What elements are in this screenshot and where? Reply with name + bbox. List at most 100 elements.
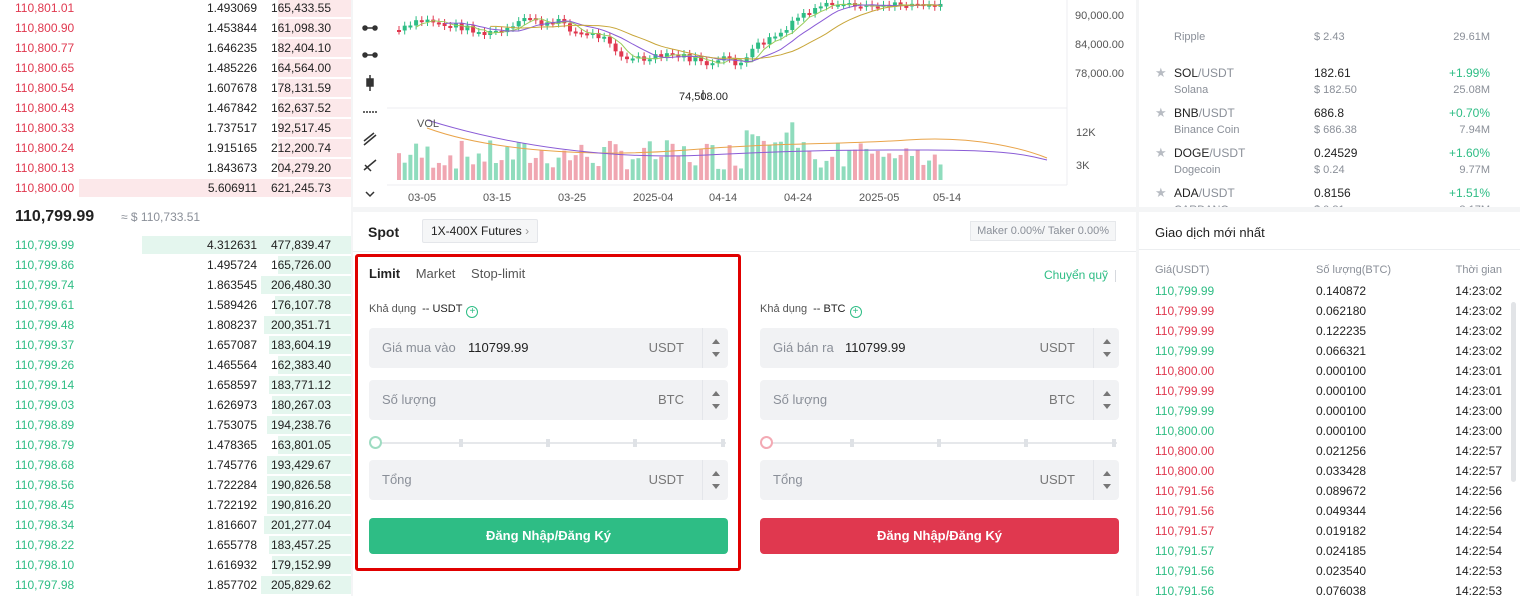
bid-row[interactable]: 110,799.26 1.465564 162,383.40 xyxy=(0,355,351,375)
slider-knob[interactable] xyxy=(760,436,773,449)
price-stepper[interactable] xyxy=(1093,328,1119,368)
market-symbol: SOL/USDT xyxy=(1174,66,1235,80)
bid-row[interactable]: 110,799.61 1.589426 176,107.78 xyxy=(0,295,351,315)
sell-login-button[interactable]: Đăng Nhập/Đăng Ký xyxy=(760,518,1119,554)
candle xyxy=(733,58,738,66)
market-item[interactable]: ★ SOL/USDT Solana 182.61 $ 182.50 +1.99% 25.08… xyxy=(1139,65,1520,106)
trade-price: 110,800.00 xyxy=(1155,444,1215,458)
order-amount: 1.478365 xyxy=(206,438,257,452)
candle xyxy=(568,23,572,32)
sell-amount-slider[interactable] xyxy=(760,436,1119,450)
volume-bar xyxy=(858,143,863,180)
bid-row[interactable]: 110,799.48 1.808237 200,351.71 xyxy=(0,315,351,335)
tab-spot[interactable]: Spot xyxy=(368,224,399,240)
order-amount: 1.607678 xyxy=(206,81,257,95)
price-chart[interactable]: 90,000.00 84,000.00 78,000.00 74,508.00 … xyxy=(353,0,1136,207)
volume-bar xyxy=(528,162,533,180)
sell-price-input[interactable]: Giá bán ra 110799.99 USDT xyxy=(760,328,1119,368)
buy-quantity-input[interactable]: Số lượng BTC xyxy=(369,380,728,420)
volume-bar xyxy=(910,155,914,180)
ask-row[interactable]: 110,800.24 1.915165 212,200.74 xyxy=(0,138,351,158)
ask-row[interactable]: 110,800.54 1.607678 178,131.59 xyxy=(0,78,351,98)
star-icon[interactable]: ★ xyxy=(1155,65,1167,81)
market-item[interactable]: Ripple $ 2.43 29.61M xyxy=(1139,13,1520,53)
futures-button[interactable]: 1X-400X Futures › xyxy=(422,219,539,243)
bid-row[interactable]: 110,798.45 1.722192 190,816.20 xyxy=(0,495,351,515)
star-icon[interactable]: ★ xyxy=(1155,185,1167,201)
ask-row[interactable]: 110,800.90 1.453844 161,098.30 xyxy=(0,18,351,38)
add-funds-icon[interactable]: + xyxy=(849,306,862,318)
ask-row[interactable]: 110,800.65 1.485226 164,564.00 xyxy=(0,58,351,78)
buy-price-input[interactable]: Giá mua vào 110799.99 USDT xyxy=(369,328,728,368)
bid-row[interactable]: 110,799.74 1.863545 206,480.30 xyxy=(0,275,351,295)
order-price: 110,798.89 xyxy=(15,418,75,432)
transfer-funds-link[interactable]: Chuyển quỹ xyxy=(1044,268,1116,282)
sell-quantity-input[interactable]: Số lượng BTC xyxy=(760,380,1119,420)
bid-row[interactable]: 110,798.89 1.753075 194,238.76 xyxy=(0,415,351,435)
candle xyxy=(602,36,607,39)
bid-row[interactable]: 110,799.86 1.495724 165,726.00 xyxy=(0,255,351,275)
bid-row[interactable]: 110,798.22 1.655778 183,457.25 xyxy=(0,535,351,555)
drawing-tools-icons[interactable] xyxy=(353,0,387,207)
trade-row: 110,791.56 0.089672 14:22:56 xyxy=(1139,484,1520,504)
order-price: 110,798.68 xyxy=(15,458,75,472)
scrollbar[interactable] xyxy=(1511,302,1516,482)
tab-market[interactable]: Market xyxy=(416,266,456,281)
order-price: 110,801.01 xyxy=(15,1,75,15)
candle xyxy=(801,13,806,18)
market-item[interactable]: ★ BNB/USDT Binance Coin 686.8 $ 686.38 +0.70%… xyxy=(1139,105,1520,146)
ask-row[interactable]: 110,800.43 1.467842 162,637.52 xyxy=(0,98,351,118)
bid-row[interactable]: 110,798.68 1.745776 193,429.67 xyxy=(0,455,351,475)
ask-row[interactable]: 110,800.13 1.843673 204,279.20 xyxy=(0,158,351,178)
bid-row[interactable]: 110,798.34 1.816607 201,277.04 xyxy=(0,515,351,535)
add-funds-icon[interactable]: + xyxy=(466,306,479,318)
buy-login-button[interactable]: Đăng Nhập/Đăng Ký xyxy=(369,518,728,554)
slider-knob[interactable] xyxy=(369,436,382,449)
trade-amount: 0.049344 xyxy=(1316,504,1367,518)
candle xyxy=(904,5,909,8)
bid-row[interactable]: 110,799.03 1.626973 180,267.03 xyxy=(0,395,351,415)
bid-row[interactable]: 110,799.37 1.657087 183,604.19 xyxy=(0,335,351,355)
market-usd: $ 2.43 xyxy=(1314,31,1345,43)
last-price-usd: ≈ $ 110,733.51 xyxy=(121,210,201,224)
trade-row: 110,791.57 0.024185 14:22:54 xyxy=(1139,544,1520,564)
candlestick-chart[interactable] xyxy=(387,0,1136,207)
volume-bar xyxy=(676,155,681,180)
trade-row: 110,800.00 0.021256 14:22:57 xyxy=(1139,444,1520,464)
sell-total-input[interactable]: Tổng USDT xyxy=(760,460,1119,500)
bid-row[interactable]: 110,799.14 1.658597 183,771.12 xyxy=(0,375,351,395)
trade-row: 110,791.56 0.076038 14:22:53 xyxy=(1139,584,1520,596)
buy-total-input[interactable]: Tổng USDT xyxy=(369,460,728,500)
total-stepper[interactable] xyxy=(702,460,728,500)
bid-row[interactable]: 110,798.10 1.616932 179,152.99 xyxy=(0,555,351,575)
market-item[interactable]: ★ ADA/USDT CARDANO 0.8156 $ 0.81 +1.51% 8.17M xyxy=(1139,185,1520,207)
ask-row[interactable]: 110,801.01 1.493069 165,433.55 xyxy=(0,0,351,18)
volume-bar xyxy=(687,162,692,180)
tab-stop-limit[interactable]: Stop-limit xyxy=(471,266,525,281)
candle xyxy=(773,36,778,39)
tab-limit[interactable]: Limit xyxy=(369,266,400,281)
bid-row[interactable]: 110,798.56 1.722284 190,826.58 xyxy=(0,475,351,495)
trade-amount: 0.000100 xyxy=(1316,384,1367,398)
bid-row[interactable]: 110,799.99 4.312631 477,839.47 xyxy=(0,235,351,255)
market-item[interactable]: ★ DOGE/USDT Dogecoin 0.24529 $ 0.24 +1.60% 9.7… xyxy=(1139,145,1520,186)
buy-amount-slider[interactable] xyxy=(369,436,728,450)
quantity-stepper[interactable] xyxy=(702,380,728,420)
star-icon[interactable]: ★ xyxy=(1155,145,1167,161)
volume-bar xyxy=(596,166,601,180)
volume-bar xyxy=(419,157,424,180)
trade-time: 14:23:00 xyxy=(1455,424,1502,438)
quantity-stepper[interactable] xyxy=(1093,380,1119,420)
total-stepper[interactable] xyxy=(1093,460,1119,500)
price-stepper[interactable] xyxy=(702,328,728,368)
star-icon[interactable]: ★ xyxy=(1155,105,1167,121)
ask-row[interactable]: 110,800.00 5.606911 621,245.73 xyxy=(0,178,351,198)
ask-row[interactable]: 110,800.33 1.737517 192,517.45 xyxy=(0,118,351,138)
candle xyxy=(619,51,624,57)
volume-bar xyxy=(493,163,498,180)
trade-amount: 0.023540 xyxy=(1316,564,1367,578)
order-total: 477,839.47 xyxy=(270,238,331,252)
bid-row[interactable]: 110,797.98 1.857702 205,829.62 xyxy=(0,575,351,595)
ask-row[interactable]: 110,800.77 1.646235 182,404.10 xyxy=(0,38,351,58)
bid-row[interactable]: 110,798.79 1.478365 163,801.05 xyxy=(0,435,351,455)
